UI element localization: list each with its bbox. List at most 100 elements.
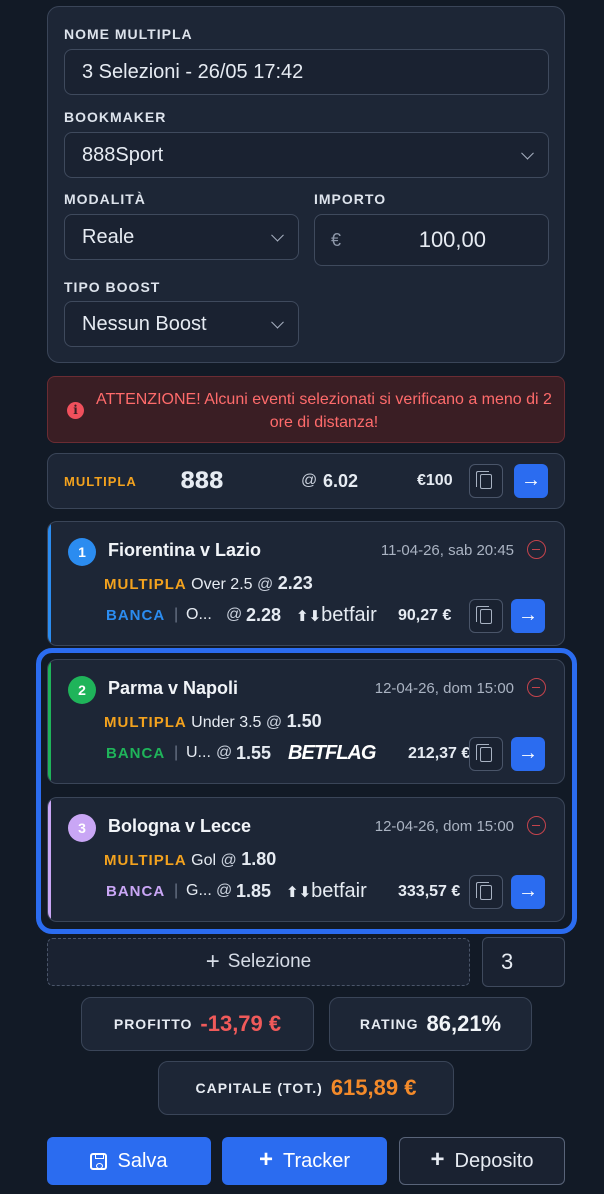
bank-label: BANCA (106, 883, 166, 900)
selection-color-bar (48, 798, 51, 921)
amount-value: 100,00 (418, 227, 486, 252)
at-sign: @ (220, 852, 237, 869)
bank-market: O... (186, 606, 212, 623)
bank-market: U... (186, 744, 211, 761)
mode-label: MODALITÀ (64, 191, 146, 207)
chevron-down-icon (271, 228, 284, 242)
remove-selection-icon[interactable] (527, 540, 546, 559)
selection-number-badge: 2 (68, 676, 96, 704)
bookmaker-value: 888Sport (82, 143, 164, 166)
copy-icon (476, 882, 492, 900)
open-exchange-button[interactable]: → (511, 599, 545, 633)
match-date: 11-04-26, sab 20:45 (380, 542, 514, 559)
match-date: 12-04-26, dom 15:00 (374, 680, 514, 697)
at-sign: @ (301, 472, 318, 489)
selection-count-input[interactable]: 3 (482, 937, 565, 987)
match-name: Fiorentina v Lazio (108, 540, 262, 560)
multiple-name-value: 3 Selezioni - 26/05 17:42 (82, 60, 304, 83)
at-sign: @ (265, 714, 283, 731)
multiple-odds: 1.80 (241, 849, 277, 869)
tracker-label: Tracker (282, 1149, 351, 1172)
selection-number-badge: 3 (68, 814, 96, 842)
summary-label: MULTIPLA (64, 474, 137, 489)
copy-button[interactable] (469, 737, 503, 771)
euro-icon: € (331, 229, 342, 250)
separator: | (174, 744, 179, 761)
at-sign: @ (216, 744, 233, 761)
summary-stake: €100 (417, 472, 453, 489)
bet-form-card: NOME MULTIPLA 3 Selezioni - 26/05 17:42 … (47, 6, 565, 363)
multiple-market: Gol (191, 852, 217, 869)
multiple-row: MULTIPLA Under 3.5 @ 1.50 (104, 711, 322, 732)
match-date: 12-04-26, dom 15:00 (374, 818, 514, 835)
save-label: Salva (117, 1149, 168, 1172)
bank-odds: 2.28 (246, 605, 282, 625)
multiple-label: MULTIPLA (104, 576, 187, 593)
boost-label: TIPO BOOST (64, 279, 161, 295)
name-label: NOME MULTIPLA (64, 26, 193, 42)
bank-row: BANCA | U... @ 1.55 BETFLAG 212,37 € (104, 742, 474, 772)
bookmaker-select[interactable]: 888Sport (64, 132, 549, 178)
boost-select[interactable]: Nessun Boost (64, 301, 299, 347)
multiple-odds: 2.23 (277, 573, 313, 593)
multiple-label: MULTIPLA (104, 852, 187, 869)
bank-row: BANCA | O... @ 2.28 ⬆⬇betfair 90,27 € (104, 604, 474, 634)
bank-odds: 1.55 (236, 743, 272, 763)
chevron-down-icon (521, 146, 534, 160)
add-selection-label: Selezione (227, 951, 312, 972)
bank-amount: 212,37 € (408, 745, 471, 762)
remove-selection-icon[interactable] (527, 678, 546, 697)
capital-value: 615,89 € (330, 1075, 417, 1100)
boost-value: Nessun Boost (82, 312, 207, 335)
selection-card-3: 3 Bologna v Lecce 12-04-26, dom 15:00 MU… (47, 797, 565, 922)
copy-button[interactable] (469, 464, 503, 498)
deposit-label: Deposito (454, 1149, 534, 1172)
open-exchange-button[interactable]: → (511, 737, 545, 771)
copy-icon (476, 744, 492, 762)
profit-label: PROFITTO (113, 1016, 193, 1032)
bank-label: BANCA (106, 745, 166, 762)
multiple-name-input[interactable]: 3 Selezioni - 26/05 17:42 (64, 49, 549, 95)
copy-button[interactable] (469, 599, 503, 633)
multiple-row: MULTIPLA Gol @ 1.80 (104, 849, 276, 870)
amount-input[interactable]: € 100,00 (314, 214, 549, 266)
save-icon (90, 1152, 108, 1170)
multiple-market: Over 2.5 (191, 576, 253, 593)
tracker-button[interactable]: + Tracker (222, 1137, 387, 1185)
open-exchange-button[interactable]: → (511, 875, 545, 909)
multiple-odds: 1.50 (286, 711, 322, 731)
rating-stat: RATING 86,21% (329, 997, 532, 1051)
deposit-button[interactable]: + Deposito (399, 1137, 565, 1185)
at-sign: @ (216, 882, 233, 899)
copy-icon (476, 606, 492, 624)
selection-card-1: 1 Fiorentina v Lazio 11-04-26, sab 20:45… (47, 521, 565, 646)
copy-button[interactable] (469, 875, 503, 909)
open-bookmaker-button[interactable]: → (514, 464, 548, 498)
add-selection-button[interactable]: + Selezione (47, 938, 470, 986)
amount-label: IMPORTO (314, 191, 387, 207)
separator: | (174, 606, 179, 623)
capital-stat: CAPITALE (TOT.) 615,89 € (158, 1061, 454, 1115)
plus-icon: + (258, 1146, 273, 1173)
save-button[interactable]: Salva (47, 1137, 211, 1185)
match-name: Bologna v Lecce (108, 816, 252, 836)
multiple-label: MULTIPLA (104, 714, 187, 731)
bank-odds: 1.85 (236, 881, 272, 901)
plus-icon: + (205, 948, 220, 975)
chevron-down-icon (271, 315, 284, 329)
bookmaker-label: BOOKMAKER (64, 109, 167, 125)
time-warning-banner: i ATTENZIONE! Alcuni eventi selezionati … (47, 376, 565, 443)
copy-icon (476, 471, 492, 489)
bank-market: G... (186, 882, 212, 899)
bank-amount: 90,27 € (398, 607, 452, 624)
multiple-row: MULTIPLA Over 2.5 @ 2.23 (104, 573, 313, 594)
mode-select[interactable]: Reale (64, 214, 299, 260)
warning-text: ATTENZIONE! Alcuni eventi selezionati si… (96, 391, 552, 431)
selection-card-2: 2 Parma v Napoli 12-04-26, dom 15:00 MUL… (47, 659, 565, 784)
at-sign: @ (226, 606, 243, 623)
info-icon: i (67, 402, 84, 419)
rating-value: 86,21% (426, 1011, 502, 1036)
arrow-right-icon: → (518, 604, 538, 626)
remove-selection-icon[interactable] (527, 816, 546, 835)
selection-number-badge: 1 (68, 538, 96, 566)
